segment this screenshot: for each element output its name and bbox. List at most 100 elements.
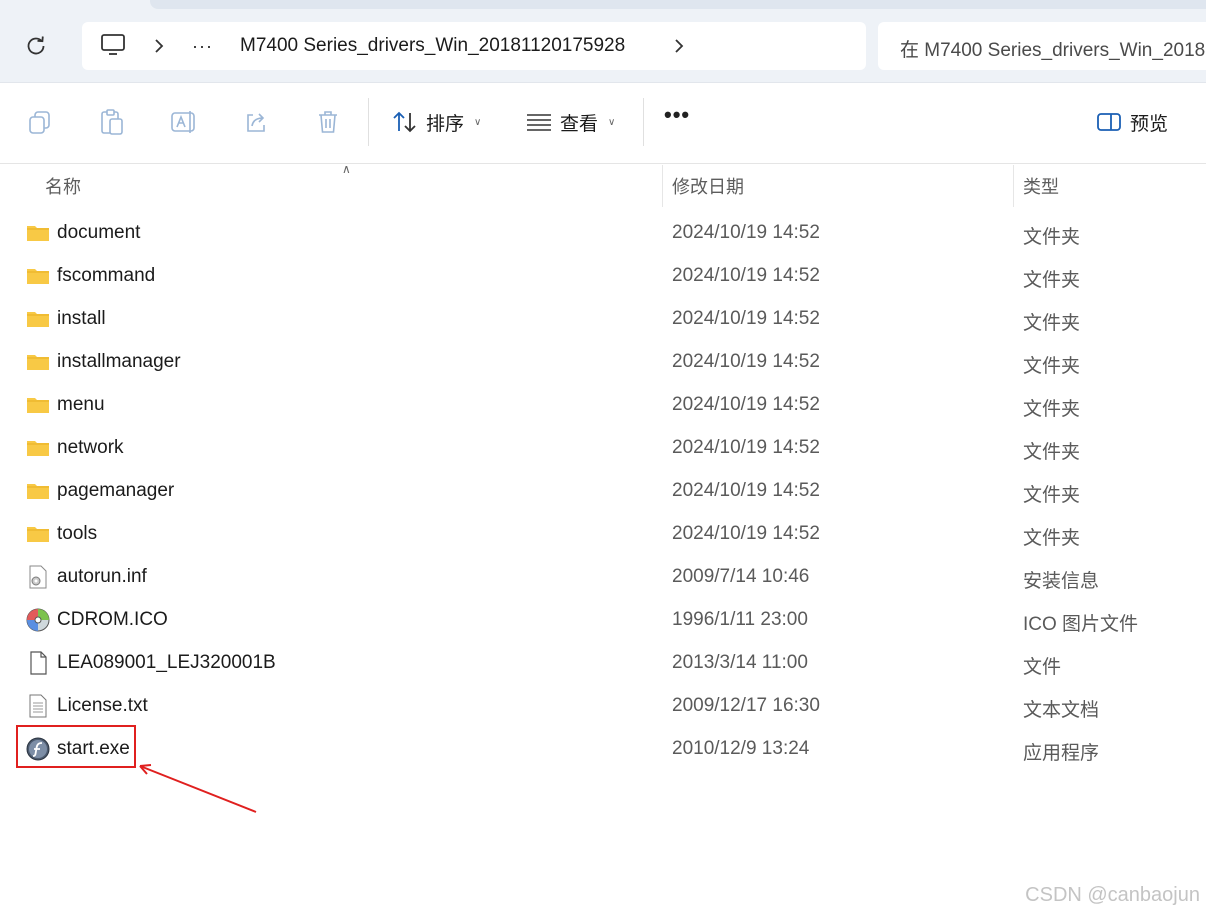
file-type: 文件夹 <box>1023 227 1081 248</box>
file-name: License.txt <box>57 695 148 716</box>
more-options-button[interactable]: ••• <box>664 102 690 128</box>
settings-file-icon <box>26 565 50 589</box>
sort-ascending-icon: ∧ <box>342 162 351 176</box>
this-pc-icon[interactable] <box>100 33 126 62</box>
view-button[interactable]: 查看 ∨ <box>526 104 615 140</box>
highlight-annotation-box <box>16 725 136 768</box>
file-type: 文本文档 <box>1023 700 1100 721</box>
file-type: 文件夹 <box>1023 399 1081 420</box>
file-date: 1996/1/11 23:00 <box>672 609 808 630</box>
list-item[interactable]: LEA089001_LEJ320001B 2013/3/14 11:00 文件 <box>0 641 1206 684</box>
list-item[interactable]: pagemanager 2024/10/19 14:52 文件夹 <box>0 469 1206 512</box>
file-type: 文件夹 <box>1023 313 1081 334</box>
folder-icon <box>26 522 50 546</box>
list-item[interactable]: CDROM.ICO 1996/1/11 23:00 ICO 图片文件 <box>0 598 1206 641</box>
file-type: 文件夹 <box>1023 485 1081 506</box>
file-type: 应用程序 <box>1023 743 1100 764</box>
list-item[interactable]: fscommand 2024/10/19 14:52 文件夹 <box>0 254 1206 297</box>
file-date: 2024/10/19 14:52 <box>672 480 820 501</box>
file-type: ICO 图片文件 <box>1023 614 1139 635</box>
file-date: 2024/10/19 14:52 <box>672 351 820 372</box>
copy-icon[interactable] <box>26 108 54 136</box>
file-type: 安装信息 <box>1023 571 1100 592</box>
file-name: document <box>57 222 141 243</box>
breadcrumb-current-folder[interactable]: M7400 Series_drivers_Win_20181120175928 <box>240 35 625 57</box>
file-name: menu <box>57 394 105 415</box>
rename-icon[interactable] <box>170 108 198 136</box>
preview-label: 预览 <box>1130 113 1169 135</box>
file-name: autorun.inf <box>57 566 147 587</box>
preview-pane-button[interactable]: 预览 <box>1096 104 1168 140</box>
file-date: 2010/12/9 13:24 <box>672 738 810 759</box>
file-date: 2009/7/14 10:46 <box>672 566 810 587</box>
blank-file-icon <box>26 651 50 675</box>
sort-button[interactable]: 排序 ∨ <box>392 104 481 140</box>
refresh-icon <box>27 36 45 55</box>
chevron-down-icon: ∨ <box>474 116 482 128</box>
cd-icon <box>26 608 50 632</box>
breadcrumb-overflow-button[interactable]: ··· <box>192 36 213 57</box>
file-date: 2024/10/19 14:52 <box>672 308 820 329</box>
file-date: 2024/10/19 14:52 <box>672 265 820 286</box>
list-item[interactable]: License.txt 2009/12/17 16:30 文本文档 <box>0 684 1206 727</box>
file-date: 2013/3/14 11:00 <box>672 652 808 673</box>
folder-icon <box>26 264 50 288</box>
chevron-right-icon[interactable] <box>672 37 686 60</box>
file-name: LEA089001_LEJ320001B <box>57 652 276 673</box>
file-name: network <box>57 437 124 458</box>
file-name: fscommand <box>57 265 156 286</box>
paste-icon[interactable] <box>98 108 126 136</box>
search-placeholder: 在 M7400 Series_drivers_Win_2018112017592… <box>900 40 1206 61</box>
file-type: 文件 <box>1023 657 1062 678</box>
file-type: 文件夹 <box>1023 528 1081 549</box>
folder-icon <box>26 479 50 503</box>
text-file-icon <box>26 694 50 718</box>
toolbar-divider <box>643 98 644 146</box>
column-header-date[interactable]: 修改日期 <box>672 165 744 207</box>
folder-icon <box>26 350 50 374</box>
file-name: installmanager <box>57 351 181 372</box>
sort-icon <box>393 111 416 133</box>
toolbar-divider <box>368 98 369 146</box>
file-date: 2024/10/19 14:52 <box>672 437 820 458</box>
file-date: 2024/10/19 14:52 <box>672 222 820 243</box>
watermark: CSDN @canbaojun <box>1025 884 1200 906</box>
file-date: 2009/12/17 16:30 <box>672 695 820 716</box>
sort-label: 排序 <box>426 113 465 135</box>
chevron-right-icon[interactable] <box>152 37 166 60</box>
file-date: 2024/10/19 14:52 <box>672 394 820 415</box>
folder-icon <box>26 436 50 460</box>
refresh-button[interactable] <box>18 30 54 62</box>
file-name: tools <box>57 523 98 544</box>
folder-icon <box>26 307 50 331</box>
list-item[interactable]: tools 2024/10/19 14:52 文件夹 <box>0 512 1206 555</box>
file-name: CDROM.ICO <box>57 609 168 630</box>
list-item[interactable]: installmanager 2024/10/19 14:52 文件夹 <box>0 340 1206 383</box>
view-label: 查看 <box>560 113 599 135</box>
list-item[interactable]: menu 2024/10/19 14:52 文件夹 <box>0 383 1206 426</box>
list-item[interactable]: start.exe 2010/12/9 13:24 应用程序 <box>0 727 1206 770</box>
file-type: 文件夹 <box>1023 270 1081 291</box>
search-input[interactable]: 在 M7400 Series_drivers_Win_2018112017592… <box>878 22 1206 70</box>
preview-pane-icon <box>1097 113 1121 131</box>
file-type: 文件夹 <box>1023 442 1081 463</box>
view-list-icon <box>527 114 551 131</box>
file-name: install <box>57 308 106 329</box>
file-date: 2024/10/19 14:52 <box>672 523 820 544</box>
folder-icon <box>26 221 50 245</box>
tab-edge <box>150 0 1206 9</box>
column-header-type[interactable]: 类型 <box>1023 165 1059 207</box>
list-item[interactable]: install 2024/10/19 14:52 文件夹 <box>0 297 1206 340</box>
chevron-down-icon: ∨ <box>608 116 616 128</box>
list-item[interactable]: document 2024/10/19 14:52 文件夹 <box>0 211 1206 254</box>
list-item[interactable]: autorun.inf 2009/7/14 10:46 安装信息 <box>0 555 1206 598</box>
delete-icon[interactable] <box>314 108 342 136</box>
folder-icon <box>26 393 50 417</box>
column-divider[interactable] <box>1013 165 1014 207</box>
list-item[interactable]: network 2024/10/19 14:52 文件夹 <box>0 426 1206 469</box>
share-icon[interactable] <box>242 108 270 136</box>
file-type: 文件夹 <box>1023 356 1081 377</box>
column-header-name[interactable]: 名称 <box>45 165 81 207</box>
file-name: pagemanager <box>57 480 175 501</box>
column-divider[interactable] <box>662 165 663 207</box>
